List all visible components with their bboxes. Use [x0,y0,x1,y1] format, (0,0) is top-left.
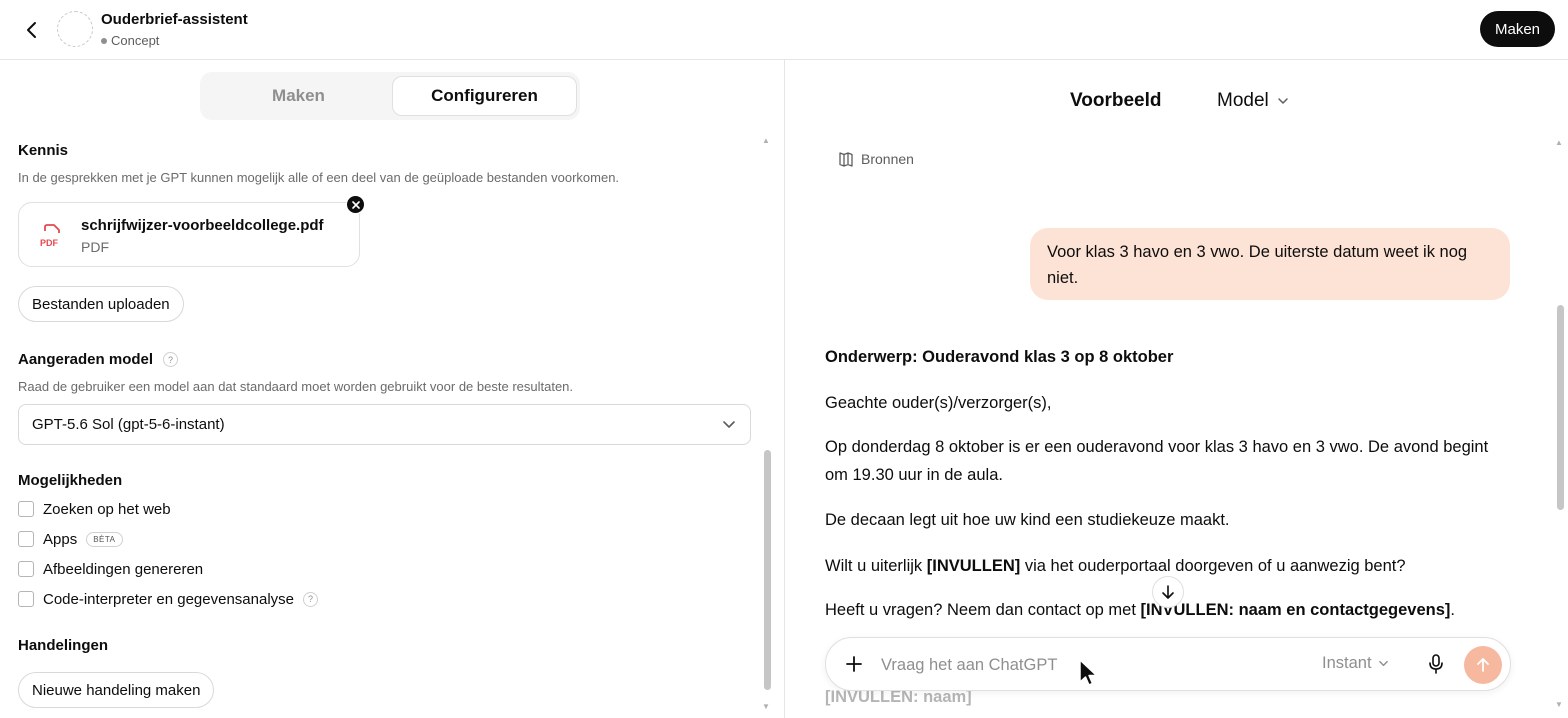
plus-icon [846,656,862,672]
model-select[interactable]: GPT-5.6 Sol (gpt-5-6-instant) [18,404,751,445]
upload-files-button[interactable]: Bestanden uploaden [18,286,184,322]
capability-code-interpreter: Code-interpreter en gegevensanalyse ? [18,588,318,610]
scroll-up-arrow-icon[interactable]: ▲ [1555,138,1563,147]
arrow-down-icon [1162,585,1174,599]
microphone-icon [1429,654,1443,674]
chevron-left-icon [27,22,36,38]
pdf-icon-label: PDF [40,238,59,248]
beta-badge: BÈTA [86,531,123,547]
mouse-cursor-icon [1079,659,1098,686]
scroll-down-arrow-icon[interactable]: ▼ [1555,700,1563,709]
file-name: schrijfwijzer-voorbeeldcollege.pdf [81,217,324,234]
image-generation-checkbox[interactable] [18,561,34,577]
chevron-down-icon [723,421,735,428]
scroll-to-bottom-button[interactable] [1152,576,1184,608]
back-button[interactable] [18,16,46,44]
new-action-button[interactable]: Nieuwe handeling maken [18,672,215,708]
sources-button[interactable]: Bronnen [837,150,914,168]
apps-checkbox[interactable] [18,531,34,547]
file-type: PDF [81,239,109,255]
chat-composer: Instant [825,637,1511,691]
actions-heading: Handelingen [18,637,109,654]
add-attachment-button[interactable] [842,652,866,676]
send-button[interactable] [1464,646,1502,684]
scroll-down-arrow-icon[interactable]: ▼ [762,702,770,711]
assistant-paragraph-3: Wilt u uiterlijk [INVULLEN] via het oude… [825,552,1545,580]
assistant-paragraph-4: Heeft u vragen? Neem dan contact op met … [825,596,1545,624]
remove-file-button[interactable] [346,195,365,214]
microphone-button[interactable] [1424,652,1448,676]
placeholder-text: [INVULLEN: naam en contactgegevens] [1140,601,1451,619]
preview-panel: Voorbeeld Model Bronnen Voor klas 3 havo… [785,60,1568,718]
configure-panel: Maken Configureren Kennis In de gesprekk… [0,60,784,718]
assistant-greeting: Geachte ouder(s)/verzorger(s), [825,394,1052,412]
placeholder-text: [INVULLEN] [926,557,1021,575]
help-icon[interactable]: ? [303,591,318,607]
capability-label: Code-interpreter en gegevensanalyse [43,590,294,608]
assistant-paragraph-2: De decaan legt uit hoe uw kind een studi… [825,511,1230,529]
recommended-model-label: Aangeraden model [18,351,154,368]
capability-image-generation: Afbeeldingen genereren [18,558,203,580]
capability-label: Apps [43,530,78,548]
mode-label: Instant [1322,654,1372,672]
draft-status: Concept [101,33,159,48]
assistant-subject: Onderwerp: Ouderavond klas 3 op 8 oktobe… [825,348,1174,366]
knowledge-file-card[interactable]: PDF schrijfwijzer-voorbeeldcollege.pdf P… [18,195,365,267]
capabilities-heading: Mogelijkheden [18,472,123,489]
status-dot-icon [101,37,107,44]
arrow-up-icon [1477,658,1489,672]
capability-label: Zoeken op het web [43,500,171,518]
tab-configureren[interactable]: Configureren [392,76,577,116]
sources-label: Bronnen [861,151,914,167]
capability-web-search: Zoeken op het web [18,498,171,520]
text-segment: . [1450,601,1455,619]
right-scrollbar-thumb[interactable] [1557,305,1564,510]
code-interpreter-checkbox[interactable] [18,591,34,607]
web-search-checkbox[interactable] [18,501,34,517]
user-message-bubble: Voor klas 3 havo en 3 vwo. De uiterste d… [1030,228,1510,300]
capability-label: Afbeeldingen genereren [43,560,204,578]
model-dropdown[interactable]: Model [1217,90,1289,112]
mode-tabs: Maken Configureren [200,72,580,120]
model-dropdown-label: Model [1217,90,1269,111]
text-segment: via het ouderportaal doorgeven of u aanw… [1020,557,1406,575]
tab-maken[interactable]: Maken [206,76,391,116]
gpt-title: Ouderbrief-assistent [101,11,248,28]
scroll-up-arrow-icon[interactable]: ▲ [762,136,770,145]
recommended-model-description: Raad de gebruiker een model aan dat stan… [18,379,574,394]
book-icon [839,152,853,167]
chevron-down-icon [1378,660,1388,667]
pdf-file-icon: PDF [40,224,60,248]
preview-title: Voorbeeld [1070,90,1162,111]
chevron-down-icon [1278,98,1288,104]
status-label: Concept [111,33,160,48]
recommended-model-heading: Aangeraden model ? [18,351,179,368]
assistant-paragraph-1: Op donderdag 8 oktober is er een ouderav… [825,438,1489,484]
make-button[interactable]: Maken [1480,11,1555,47]
knowledge-heading: Kennis [18,142,69,159]
text-segment: Heeft u vragen? Neem dan contact op met [825,601,1141,619]
left-scrollbar-thumb[interactable] [764,450,771,690]
text-segment: Wilt u uiterlijk [825,557,927,575]
model-select-value: GPT-5.6 Sol (gpt-5-6-instant) [32,416,225,433]
gpt-avatar[interactable] [57,11,93,47]
mode-selector[interactable]: Instant [1322,654,1389,673]
capability-apps: Apps BÈTA [18,528,123,550]
help-icon[interactable]: ? [163,352,179,367]
close-icon [351,200,360,209]
top-bar: Ouderbrief-assistent Concept Maken [0,0,1568,60]
knowledge-description: In de gesprekken met je GPT kunnen mogel… [18,170,620,185]
